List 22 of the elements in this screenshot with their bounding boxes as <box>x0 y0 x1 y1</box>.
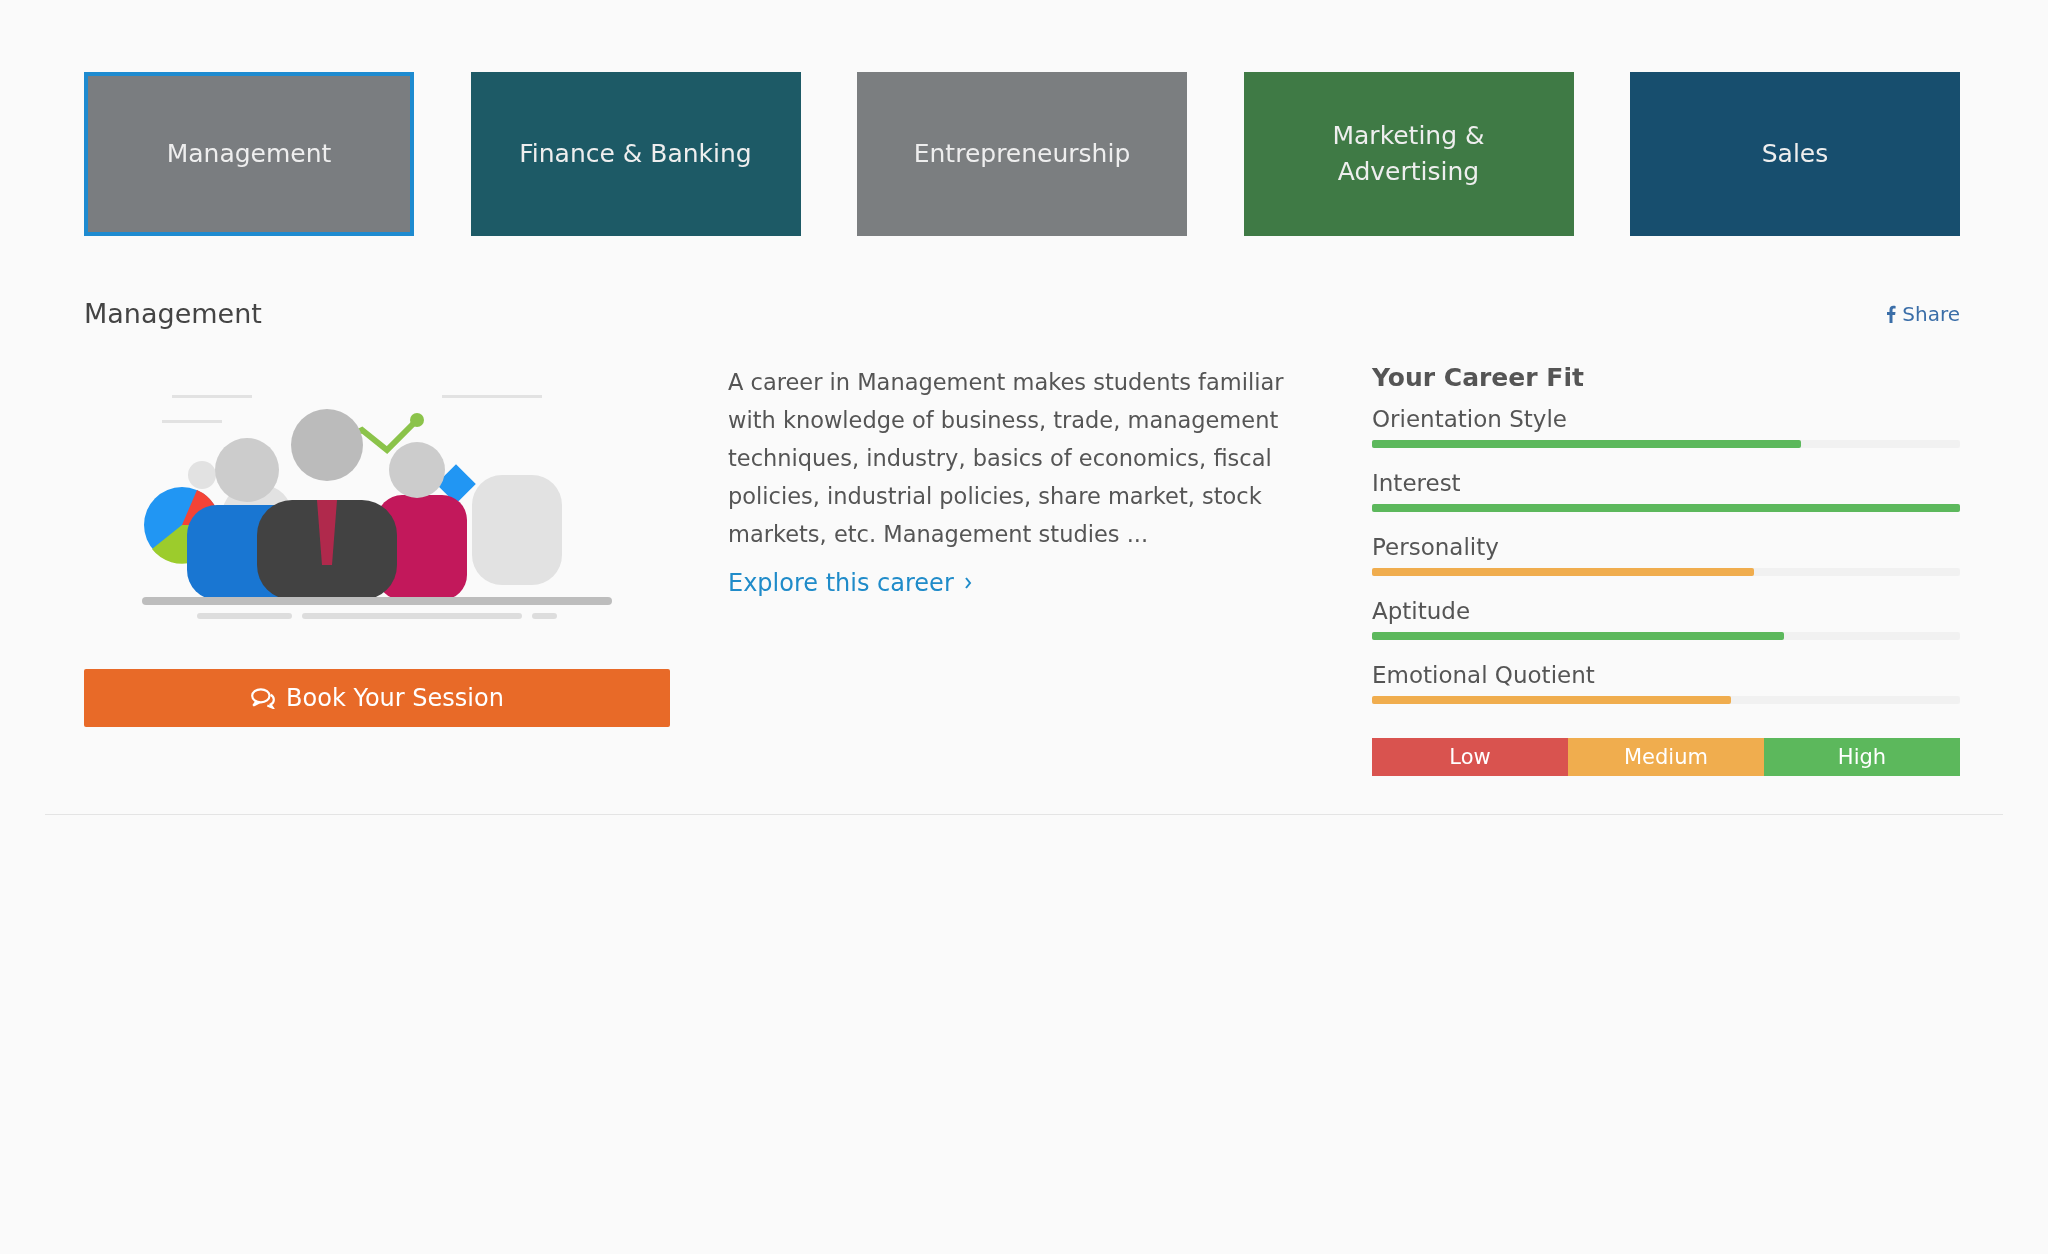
trait-label: Interest <box>1372 470 1462 496</box>
trait-label: Emotional Quotient <box>1372 662 1596 688</box>
career-card[interactable]: Sales <box>1630 72 1960 236</box>
trait-label: Aptitude <box>1372 598 1472 624</box>
career-description: A career in Management makes students familiar with knowledge of business, trade, management techniques, industry, basics of economics, fiscal policies, industrial policies, share market, stock markets, etc. Management studies ... <box>728 368 1285 549</box>
chat-bubbles-icon <box>250 687 277 709</box>
career-card[interactable]: Marketing & Advertising <box>1243 72 1574 236</box>
share-link[interactable]: Share <box>1886 301 1960 326</box>
career-title: Management <box>84 298 262 329</box>
explore-career-link[interactable]: Explore this career <box>728 569 972 597</box>
legend-segment: Medium <box>1568 738 1764 776</box>
career-fit-title: Your Career Fit <box>1372 363 1585 392</box>
career-card[interactable]: Management <box>84 72 414 236</box>
trait-label: Orientation Style <box>1372 406 1568 432</box>
facebook-icon <box>1886 304 1897 323</box>
career-card[interactable]: Finance & Banking <box>470 72 801 236</box>
book-session-button[interactable]: Book Your Session <box>84 669 670 727</box>
chevron-right-icon <box>963 577 972 589</box>
career-card[interactable]: Entrepreneurship <box>857 72 1187 236</box>
trait-label: Personality <box>1372 534 1500 560</box>
legend-segment: High <box>1764 738 1960 776</box>
legend-segment: Low <box>1372 738 1568 776</box>
